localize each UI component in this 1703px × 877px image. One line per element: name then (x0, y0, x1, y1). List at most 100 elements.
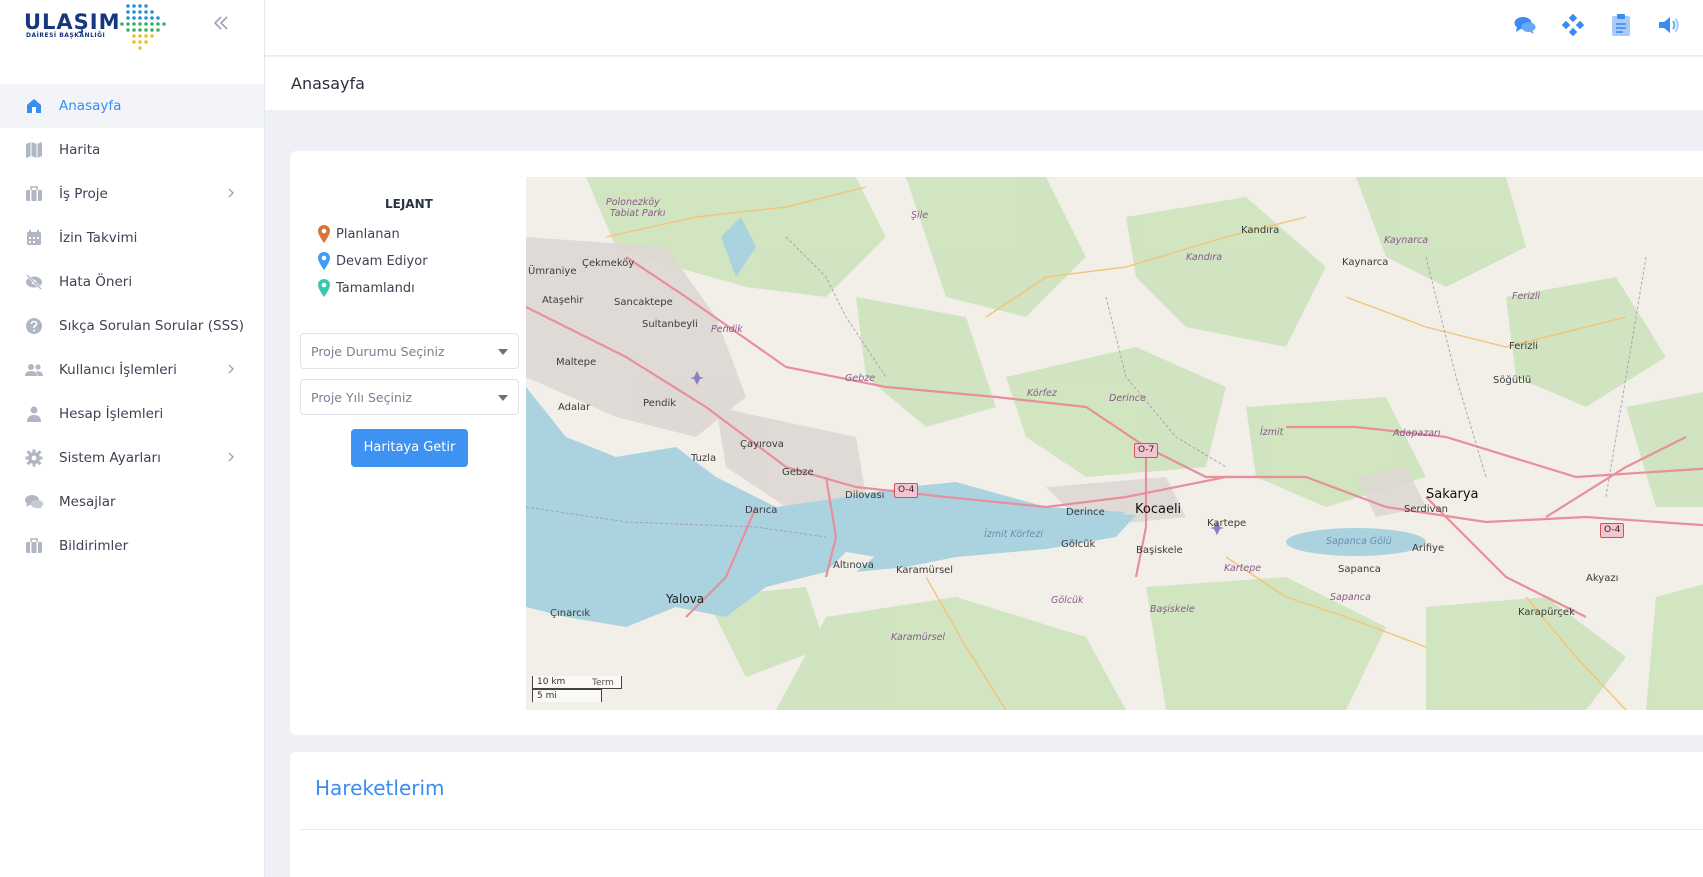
volume-icon (1659, 17, 1679, 33)
map-label: Sakarya (1426, 487, 1479, 502)
map-label: Yalova (666, 592, 705, 606)
eye-slash-icon (24, 272, 44, 292)
map-label: Karamürsel (896, 565, 954, 576)
page-title: Anasayfa (291, 74, 365, 93)
top-bar (265, 0, 1703, 56)
map-label: Kandıra (1186, 252, 1223, 263)
project-year-select[interactable]: Proje Yılı Seçiniz (300, 379, 519, 415)
sidebar-item-label: Bildirimler (59, 538, 129, 554)
chat-icon (1514, 17, 1536, 34)
sidebar-item-sistem-ayarlari[interactable]: Sistem Ayarları (0, 436, 264, 480)
map-icon (24, 140, 44, 160)
road-shield: O-4 (1600, 523, 1625, 538)
map-pin-icon (318, 225, 330, 243)
map-label: Dilovası (845, 490, 885, 501)
chevron-right-icon (228, 452, 234, 462)
sidebar-item-bildirimler[interactable]: Bildirimler (0, 524, 264, 568)
map-label: İzmit Körfezi (984, 529, 1043, 540)
tasks-button[interactable] (1607, 11, 1635, 39)
double-chevron-left-icon (213, 16, 228, 30)
map-label: Sapanca (1338, 564, 1381, 575)
map-label: Çınarcık (550, 608, 591, 619)
scale-mi: 5 mi (532, 689, 602, 702)
sidebar-item-sss[interactable]: Sıkça Sorulan Sorular (SSS) (0, 304, 264, 348)
map-label: Maltepe (556, 357, 597, 368)
map-label: Adalar (558, 402, 591, 413)
brand-name: ULAŞIM (24, 10, 121, 34)
map-label: Ümraniye (528, 266, 577, 277)
divider (300, 829, 1703, 830)
sidebar-item-kullanici-islemleri[interactable]: Kullanıcı İşlemleri (0, 348, 264, 392)
gear-icon (24, 448, 44, 468)
map-label: Kartepe (1207, 518, 1247, 529)
clipboard-icon (1612, 14, 1630, 36)
map-label: Çayırova (740, 439, 784, 450)
sidebar-menu: Anasayfa Harita İş Proje İzin Takvimi Ha… (0, 84, 264, 568)
map-label: Ferizli (1512, 291, 1541, 302)
announcements-button[interactable] (1655, 11, 1683, 39)
caret-down-icon (498, 349, 508, 355)
sidebar-item-mesajlar[interactable]: Mesajlar (0, 480, 264, 524)
chat-button[interactable] (1511, 11, 1539, 39)
sidebar-item-anasayfa[interactable]: Anasayfa (0, 84, 264, 128)
project-status-select[interactable]: Proje Durumu Seçiniz (300, 333, 519, 369)
legend-item-completed: Tamamlandı (318, 279, 415, 297)
sidebar: ULAŞIM DAİRESİ BAŞKANLIĞI Anasayfa Harit… (0, 0, 265, 877)
home-icon (24, 96, 44, 116)
diamond-nodes-icon (1562, 14, 1584, 36)
map-pin-icon (318, 279, 330, 297)
briefcase-icon (24, 184, 44, 204)
map-label: Kocaeli (1135, 502, 1182, 517)
map-label: Şile (911, 210, 929, 221)
page-header: Anasayfa (265, 57, 1703, 110)
map-label: Sapanca (1330, 592, 1371, 603)
map-label: Polonezköy (606, 197, 660, 208)
map-label: Pendik (711, 324, 743, 335)
map-label: Gebze (782, 467, 814, 478)
activity-title: Hareketlerim (315, 776, 445, 800)
sidebar-item-label: Sistem Ayarları (59, 450, 161, 466)
question-circle-icon (24, 316, 44, 336)
brand-logo[interactable]: ULAŞIM DAİRESİ BAŞKANLIĞI (24, 2, 166, 54)
sidebar-item-label: İzin Takvimi (59, 230, 138, 246)
sidebar-item-is-proje[interactable]: İş Proje (0, 172, 264, 216)
legend-label: Devam Ediyor (336, 253, 428, 269)
brand-subtitle: DAİRESİ BAŞKANLIĞI (26, 32, 106, 39)
top-bar-actions (1511, 11, 1683, 39)
show-on-map-button[interactable]: Haritaya Getir (351, 429, 468, 467)
map-label: Arifiye (1412, 543, 1445, 554)
sidebar-item-label: İş Proje (59, 186, 108, 202)
sidebar-item-harita[interactable]: Harita (0, 128, 264, 172)
map-label: Sapanca Gölü (1326, 536, 1392, 547)
briefcase-icon (24, 536, 44, 556)
sidebar-item-label: Harita (59, 142, 101, 158)
sidebar-item-hesap-islemleri[interactable]: Hesap İşlemleri (0, 392, 264, 436)
legend-label: Tamamlandı (336, 280, 415, 296)
select-placeholder: Proje Durumu Seçiniz (311, 344, 445, 359)
legend-item-planned: Planlanan (318, 225, 400, 243)
map-attribution[interactable]: Term (592, 678, 614, 688)
legend-label: Planlanan (336, 226, 400, 242)
user-icon (24, 404, 44, 424)
map-label: Ferizli (1509, 341, 1539, 352)
sidebar-item-hata-oneri[interactable]: Hata Öneri (0, 260, 264, 304)
calendar-icon (24, 228, 44, 248)
sidebar-item-label: Hata Öneri (59, 274, 133, 290)
apps-button[interactable] (1559, 11, 1587, 39)
map-label: Gölcük (1051, 595, 1084, 606)
map-label: Gebze (845, 373, 876, 384)
sidebar-item-izin-takvimi[interactable]: İzin Takvimi (0, 216, 264, 260)
map-label: Başiskele (1136, 545, 1183, 556)
map-label: Karapürçek (1518, 607, 1575, 618)
sidebar-item-label: Hesap İşlemleri (59, 406, 164, 422)
map-label: Derince (1109, 393, 1146, 404)
map-label: Derince (1066, 507, 1105, 518)
select-placeholder: Proje Yılı Seçiniz (311, 390, 412, 405)
activity-card: Hareketlerim (290, 752, 1703, 877)
sidebar-collapse-button[interactable] (208, 12, 234, 38)
chevron-right-icon (228, 188, 234, 198)
sidebar-item-label: Anasayfa (59, 98, 122, 114)
users-icon (24, 360, 44, 380)
map-view[interactable]: Şile Kandıra Kandıra Kaynarca Kaynarca P… (526, 177, 1703, 710)
sidebar-item-label: Kullanıcı İşlemleri (59, 362, 177, 378)
